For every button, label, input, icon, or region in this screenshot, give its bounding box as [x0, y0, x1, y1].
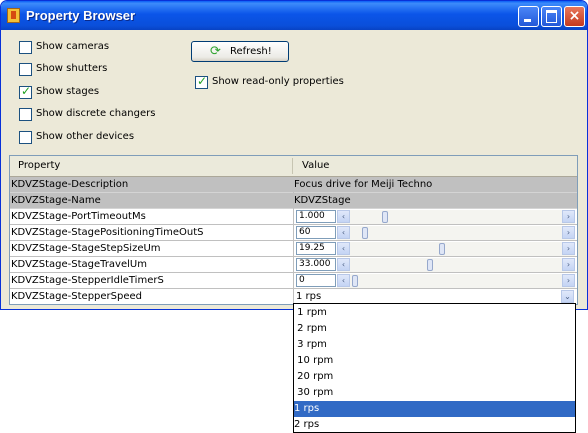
property-name: KDVZStage-PortTimeoutMs [11, 211, 146, 222]
slider-right-arrow-icon[interactable]: › [562, 210, 575, 223]
dropdown-option[interactable]: 1 rps [294, 401, 575, 417]
slider-left-arrow-icon[interactable]: ‹ [337, 226, 350, 239]
value-slider[interactable]: ‹ › [337, 226, 575, 240]
property-table: Property Value KDVZStage-Description Focu… [9, 155, 578, 305]
cell-divider [293, 225, 294, 241]
cell-divider [293, 241, 294, 257]
slider-right-arrow-icon[interactable]: › [562, 274, 575, 287]
slider-thumb[interactable] [362, 227, 368, 239]
show-other-devices-box[interactable] [19, 131, 32, 144]
slider-thumb[interactable] [427, 259, 433, 271]
selected-value: 1 rps [296, 291, 322, 302]
title-bar[interactable]: Property Browser × [1, 1, 587, 30]
property-value: Focus drive for Meiji Techno [294, 179, 433, 190]
show-shutters-box[interactable] [19, 63, 32, 76]
slider-right-arrow-icon[interactable]: › [562, 226, 575, 239]
stepper-speed-select[interactable]: 1 rps ⌄ [294, 290, 576, 304]
slider-left-arrow-icon[interactable]: ‹ [337, 274, 350, 287]
column-header-property[interactable]: Property [18, 160, 60, 171]
show-read-only-label: Show read-only properties [212, 76, 344, 87]
value-slider[interactable]: ‹ › [337, 210, 575, 224]
value-input[interactable]: 1.000 [296, 210, 336, 223]
chevron-down-icon[interactable]: ⌄ [561, 290, 574, 303]
dropdown-option[interactable]: 10 rpm [294, 353, 575, 369]
column-header-value[interactable]: Value [302, 160, 329, 171]
column-divider[interactable] [292, 158, 293, 174]
app-icon [7, 8, 20, 23]
refresh-button[interactable]: ⟳ Refresh! [191, 41, 289, 62]
value-slider[interactable]: ‹ › [337, 258, 575, 272]
refresh-label: Refresh! [230, 46, 272, 57]
cell-divider [293, 209, 294, 225]
show-cameras-box[interactable] [19, 41, 32, 54]
window-title: Property Browser [26, 8, 136, 23]
show-cameras-label: Show cameras [36, 41, 110, 52]
property-value: KDVZStage [294, 195, 351, 206]
property-name: KDVZStage-Description [11, 179, 129, 190]
value-slider[interactable]: ‹ › [337, 242, 575, 256]
value-input[interactable]: 60 [296, 226, 336, 239]
dropdown-option[interactable]: 2 rps [294, 417, 575, 433]
cell-divider [293, 257, 294, 273]
slider-thumb[interactable] [382, 211, 388, 223]
show-shutters-label: Show shutters [36, 63, 108, 74]
slider-right-arrow-icon[interactable]: › [562, 242, 575, 255]
value-slider[interactable]: ‹ › [337, 274, 575, 288]
cell-divider [293, 273, 294, 289]
slider-left-arrow-icon[interactable]: ‹ [337, 242, 350, 255]
close-button[interactable]: × [564, 6, 585, 27]
stepper-speed-dropdown-list: 1 rpm 2 rpm 3 rpm 10 rpm 20 rpm 30 rpm 1 … [293, 303, 576, 433]
slider-right-arrow-icon[interactable]: › [562, 258, 575, 271]
dropdown-option[interactable]: 1 rpm [294, 305, 575, 321]
value-input[interactable]: 19.25 [296, 242, 336, 255]
show-stages-label: Show stages [36, 86, 100, 97]
refresh-icon: ⟳ [210, 44, 221, 59]
table-row[interactable]: KDVZStage-StepperIdleTimerS 0 ‹ › [10, 273, 577, 289]
show-discrete-changers-label: Show discrete changers [36, 108, 156, 119]
dropdown-option[interactable]: 3 rpm [294, 337, 575, 353]
dropdown-option[interactable]: 30 rpm [294, 385, 575, 401]
table-row[interactable]: KDVZStage-StagePositioningTimeOutS 60 ‹ › [10, 225, 577, 241]
value-input[interactable]: 33.000 [296, 258, 336, 271]
property-name: KDVZStage-Name [11, 195, 101, 206]
property-name: KDVZStage-StageStepSizeUm [11, 243, 161, 254]
maximize-button[interactable] [541, 6, 562, 27]
property-browser-window: Property Browser × Show cameras Show shu… [0, 0, 588, 310]
table-row[interactable]: KDVZStage-Description Focus drive for Mei… [10, 177, 577, 193]
slider-thumb[interactable] [352, 275, 358, 287]
property-name: KDVZStage-StepperSpeed [11, 291, 143, 302]
table-row[interactable]: KDVZStage-PortTimeoutMs 1.000 ‹ › [10, 209, 577, 225]
table-header: Property Value [10, 156, 577, 177]
slider-left-arrow-icon[interactable]: ‹ [337, 258, 350, 271]
dropdown-option[interactable]: 20 rpm [294, 369, 575, 385]
property-name: KDVZStage-StepperIdleTimerS [11, 275, 164, 286]
show-stages-box[interactable] [19, 84, 32, 99]
show-discrete-changers-box[interactable] [19, 108, 32, 121]
table-row[interactable]: KDVZStage-StageStepSizeUm 19.25 ‹ › [10, 241, 577, 257]
slider-thumb[interactable] [439, 243, 445, 255]
show-read-only-box[interactable] [195, 74, 208, 89]
table-row[interactable]: KDVZStage-StageTravelUm 33.000 ‹ › [10, 257, 577, 273]
minimize-button[interactable] [518, 6, 539, 27]
value-input[interactable]: 0 [296, 274, 336, 287]
property-name: KDVZStage-StagePositioningTimeOutS [11, 227, 204, 238]
dropdown-option[interactable]: 2 rpm [294, 321, 575, 337]
slider-left-arrow-icon[interactable]: ‹ [337, 210, 350, 223]
show-other-devices-label: Show other devices [36, 131, 135, 142]
table-row[interactable]: KDVZStage-Name KDVZStage [10, 193, 577, 209]
property-name: KDVZStage-StageTravelUm [11, 259, 147, 270]
